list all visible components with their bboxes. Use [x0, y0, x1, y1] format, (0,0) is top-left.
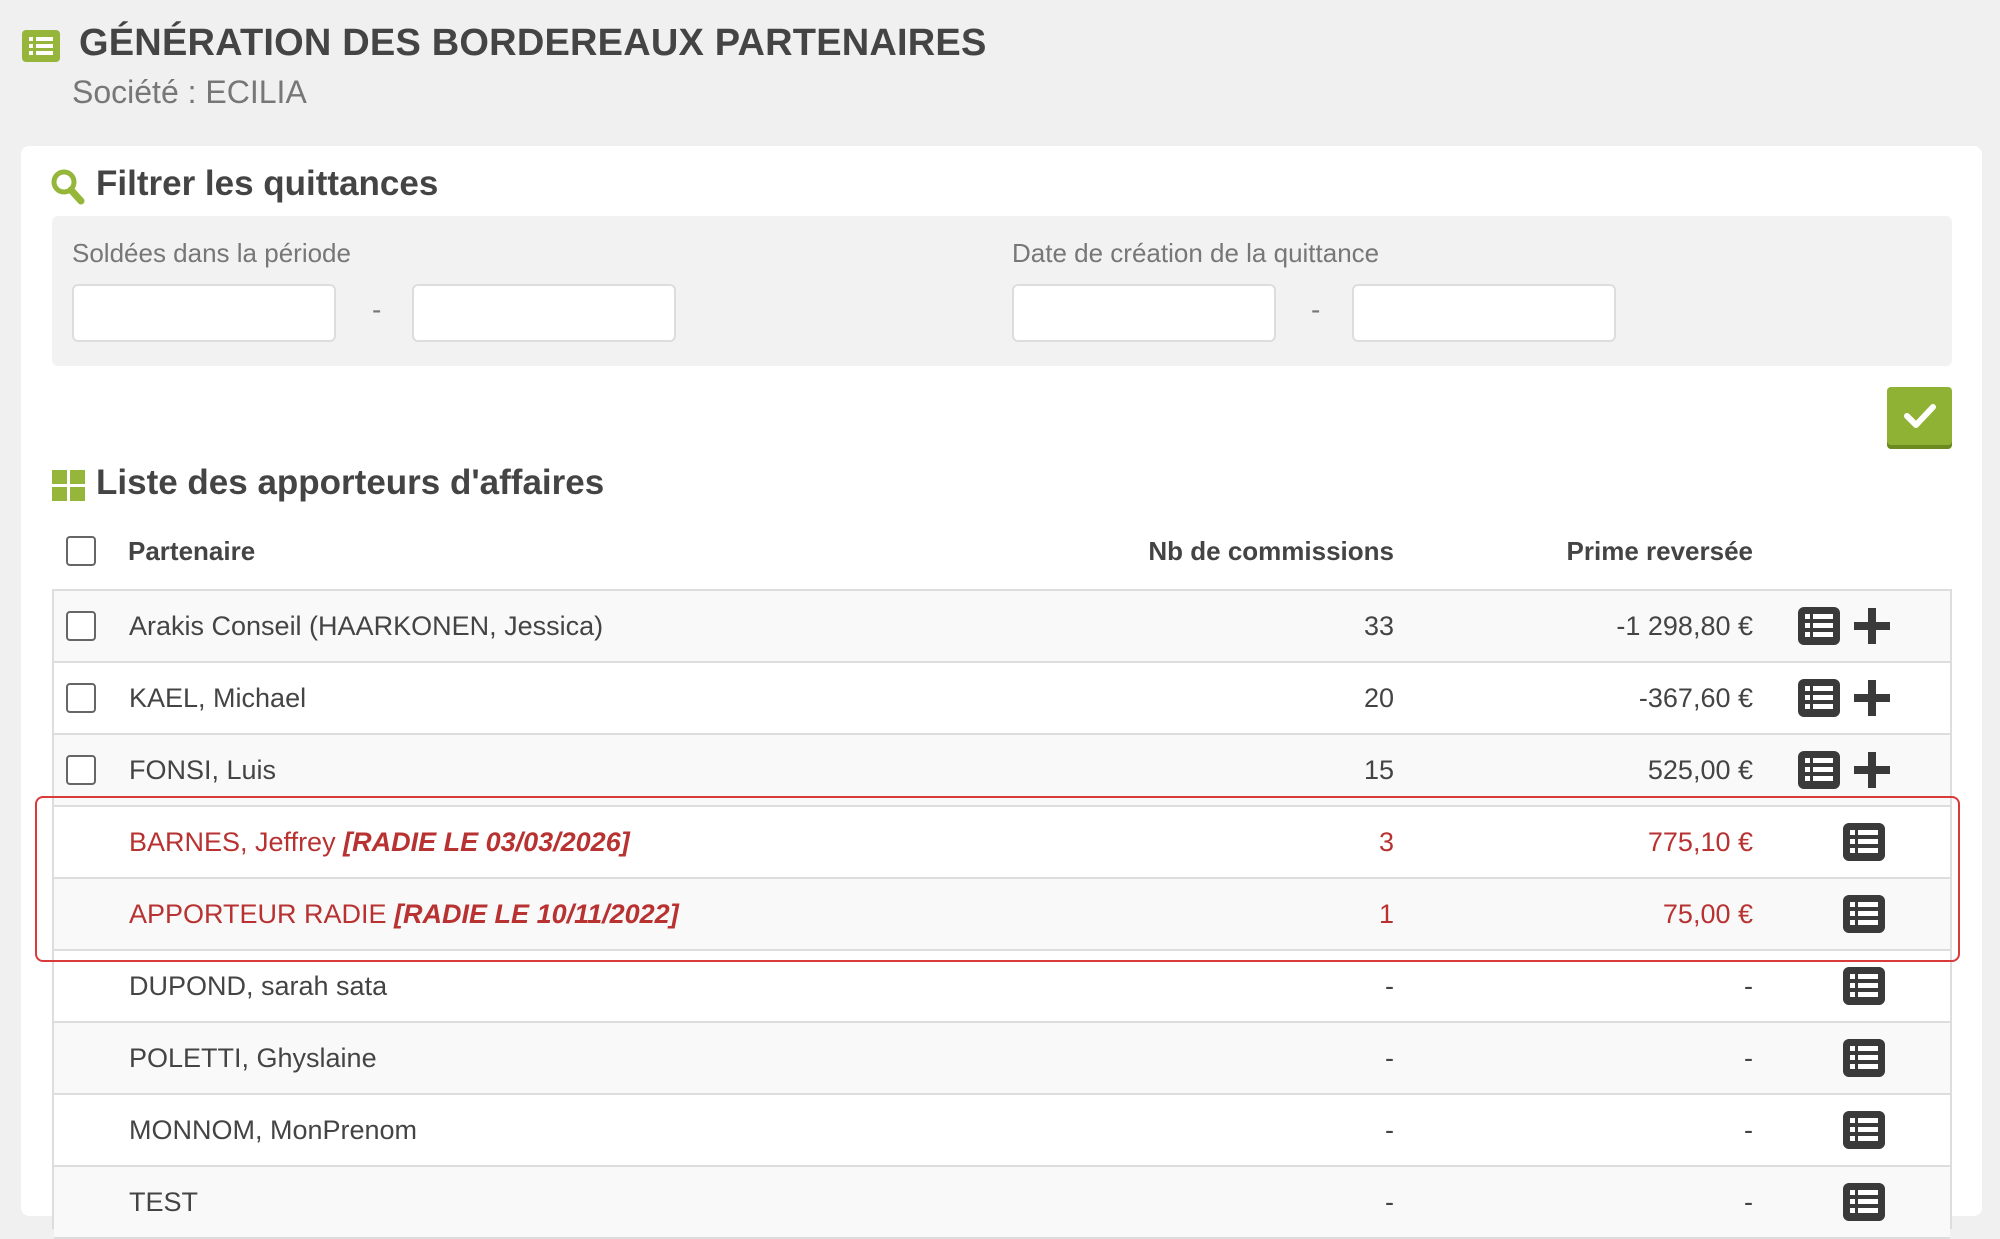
prime-reversee: - [1744, 971, 1753, 1001]
prime-reversee: 525,00 € [1647, 755, 1753, 785]
creation-date-label: Date de création de la quittance [1012, 238, 1380, 268]
table-row: MONNOM, MonPrenom - - [54, 1095, 1950, 1167]
details-list-icon[interactable] [1843, 823, 1885, 861]
period-to-input[interactable] [412, 284, 676, 342]
period-separator: - [372, 294, 382, 325]
search-icon [51, 169, 85, 205]
prime-reversee: 775,10 € [1647, 827, 1753, 857]
prime-reversee: - [1744, 1187, 1753, 1217]
prime-reversee: -1 298,80 € [1616, 611, 1753, 641]
partner-name: DUPOND, sarah sata [129, 971, 387, 1002]
table-row: Arakis Conseil (HAARKONEN, Jessica) 33 -1 … [54, 591, 1950, 663]
nb-commissions: 20 [1363, 683, 1394, 713]
nb-commissions: 33 [1363, 611, 1394, 641]
period-label: Soldées dans la période [72, 238, 351, 268]
column-header-nb-commissions: Nb de commissions [1148, 536, 1394, 566]
creation-separator: - [1311, 294, 1321, 325]
table-row: POLETTI, Ghyslaine - - [54, 1023, 1950, 1095]
partner-name-text: TEST [129, 1187, 199, 1217]
details-list-icon[interactable] [1843, 967, 1885, 1005]
filter-title: Filtrer les quittances [96, 164, 439, 203]
page-title: GÉNÉRATION DES BORDEREAUX PARTENAIRES [79, 22, 987, 64]
prime-reversee: -367,60 € [1638, 683, 1753, 713]
list-title: Liste des apporteurs d'affaires [96, 463, 605, 502]
nb-commissions: - [1385, 971, 1394, 1001]
page-subtitle: Société : ECILIA [72, 74, 307, 110]
partner-name: APPORTEUR RADIE [RADIE LE 10/11/2022] [129, 899, 679, 930]
nb-commissions: - [1385, 1043, 1394, 1073]
details-list-icon[interactable] [1798, 679, 1840, 717]
partner-name-text: KAEL, Michael [129, 683, 307, 713]
prime-reversee: - [1744, 1115, 1753, 1145]
prime-reversee: 75,00 € [1662, 899, 1753, 929]
select-all-checkbox[interactable] [66, 536, 96, 566]
partners-table: Arakis Conseil (HAARKONEN, Jessica) 33 -1 … [52, 589, 1952, 1239]
add-plus-icon[interactable] [1852, 606, 1892, 646]
details-list-icon[interactable] [1843, 895, 1885, 933]
table-row: TEST - - [54, 1167, 1950, 1239]
table-row: APPORTEUR RADIE [RADIE LE 10/11/2022] 1 75… [54, 879, 1950, 951]
partner-name-text: FONSI, Luis [129, 755, 277, 785]
partner-name: TEST [129, 1187, 198, 1218]
details-list-icon[interactable] [1843, 1111, 1885, 1149]
partner-name-text: POLETTI, Ghyslaine [129, 1043, 377, 1073]
nb-commissions: 15 [1363, 755, 1394, 785]
radie-tag: [RADIE LE 10/11/2022] [394, 899, 679, 929]
partner-name: MONNOM, MonPrenom [129, 1115, 417, 1146]
details-list-icon[interactable] [1843, 1183, 1885, 1221]
nb-commissions: - [1385, 1115, 1394, 1145]
grid-icon [52, 470, 85, 501]
partner-name-text: APPORTEUR RADIE [129, 899, 395, 929]
column-header-partner: Partenaire [128, 536, 256, 566]
partner-name-text: BARNES, Jeffrey [129, 827, 344, 857]
creation-to-input[interactable] [1352, 284, 1616, 342]
partner-name: FONSI, Luis [129, 755, 276, 786]
partner-name: BARNES, Jeffrey [RADIE LE 03/03/2026] [129, 827, 630, 858]
details-list-icon[interactable] [1798, 607, 1840, 645]
column-header-prime: Prime reversée [1566, 536, 1753, 566]
nb-commissions: - [1385, 1187, 1394, 1217]
table-row: DUPOND, sarah sata - - [54, 951, 1950, 1023]
partner-name-text: DUPOND, sarah sata [129, 971, 388, 1001]
row-checkbox[interactable] [66, 611, 96, 641]
validate-filter-button[interactable] [1887, 387, 1952, 445]
add-plus-icon[interactable] [1852, 750, 1892, 790]
partner-name: POLETTI, Ghyslaine [129, 1043, 377, 1074]
nb-commissions: 1 [1378, 899, 1394, 929]
details-list-icon[interactable] [1798, 751, 1840, 789]
row-checkbox[interactable] [66, 683, 96, 713]
period-from-input[interactable] [72, 284, 336, 342]
table-row: KAEL, Michael 20 -367,60 € [54, 663, 1950, 735]
creation-from-input[interactable] [1012, 284, 1276, 342]
partner-name: KAEL, Michael [129, 683, 306, 714]
partner-name-text: MONNOM, MonPrenom [129, 1115, 418, 1145]
table-row: FONSI, Luis 15 525,00 € [54, 735, 1950, 807]
radie-tag: [RADIE LE 03/03/2026] [343, 827, 630, 857]
partner-name-text: Arakis Conseil (HAARKONEN, Jessica) [129, 611, 604, 641]
partner-name: Arakis Conseil (HAARKONEN, Jessica) [129, 611, 603, 642]
add-plus-icon[interactable] [1852, 678, 1892, 718]
table-row: BARNES, Jeffrey [RADIE LE 03/03/2026] 3 77… [54, 807, 1950, 879]
row-checkbox[interactable] [66, 755, 96, 785]
nb-commissions: 3 [1378, 827, 1394, 857]
details-list-icon[interactable] [1843, 1039, 1885, 1077]
check-icon [1903, 404, 1936, 428]
page-list-icon [22, 30, 60, 62]
prime-reversee: - [1744, 1043, 1753, 1073]
